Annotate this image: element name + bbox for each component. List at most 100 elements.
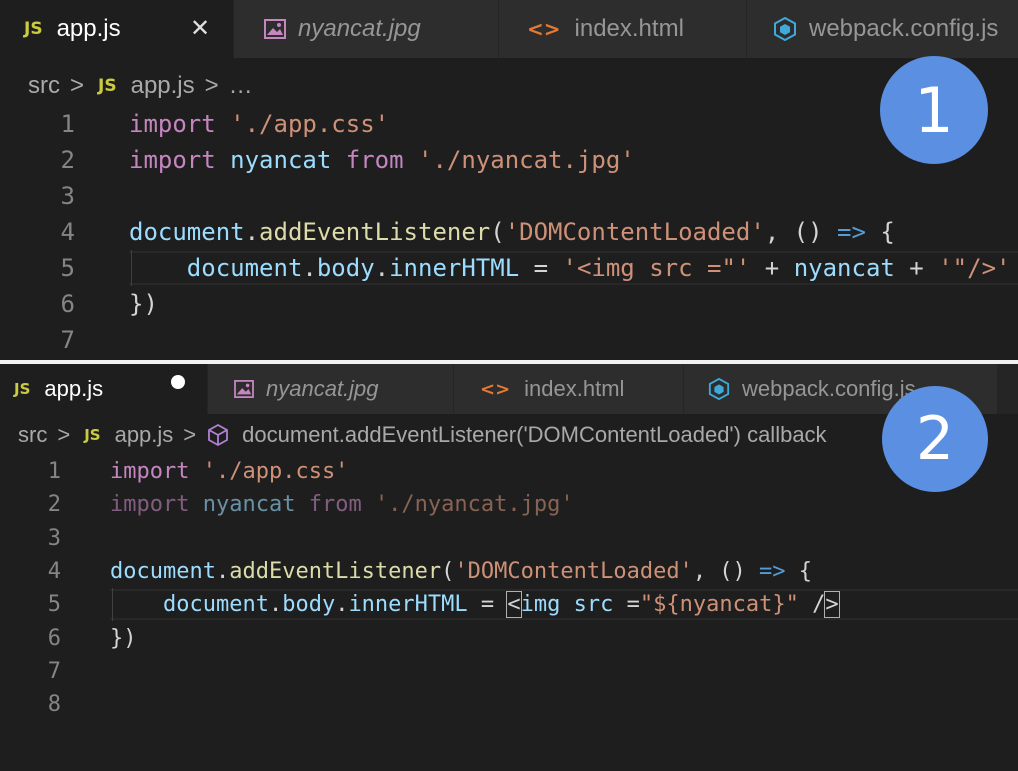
webpack-cube-icon <box>774 17 796 41</box>
line-number: 5 <box>60 254 75 282</box>
line-number: 7 <box>60 326 75 354</box>
code-line[interactable]: 3 <box>0 522 1018 555</box>
code-line[interactable]: 7 <box>0 322 1018 358</box>
code-token: . <box>302 254 317 282</box>
code-token: './app.css' <box>202 459 349 485</box>
code-token: { <box>785 559 813 585</box>
image-icon <box>264 19 286 39</box>
code-line[interactable]: 7 <box>0 655 1018 688</box>
code-token: ( <box>441 559 455 585</box>
code-token: / <box>798 592 826 618</box>
tab-label: index.html <box>524 376 625 401</box>
code-token: 'DOMContentLoaded' <box>454 559 693 585</box>
image-icon <box>234 380 254 398</box>
code-token: nyancat <box>230 146 332 174</box>
line-number: 2 <box>47 492 61 518</box>
editor-panel-1: JS app.js ✕ nyancat.jpg <> index.html we… <box>0 0 1018 360</box>
code-line[interactable]: 1 import './app.css' <box>0 455 1018 488</box>
code-token: from <box>345 146 404 174</box>
code-token: = <box>519 254 563 282</box>
code-token: document <box>162 592 269 618</box>
code-token: document <box>129 218 245 246</box>
tab-nyancat-jpg[interactable]: nyancat.jpg <box>234 0 499 58</box>
code-line[interactable]: 6}) <box>0 621 1018 654</box>
code-line[interactable]: 4 document.addEventListener('DOMContentLo… <box>0 214 1018 250</box>
tab-label: app.js <box>44 376 104 401</box>
code-line[interactable]: 5 document.body.innerHTML = <img src ="$… <box>0 588 1018 621</box>
code-text: }) <box>110 626 137 651</box>
close-icon[interactable]: ✕ <box>190 14 210 43</box>
code-token: < <box>506 591 522 619</box>
code-text: import nyancat from './nyancat.jpg' <box>110 492 574 517</box>
unsaved-dot-icon[interactable] <box>171 375 185 389</box>
code-token: addEventListener <box>229 559 442 585</box>
code-text: document.body.innerHTML = '<img src ="' … <box>129 254 1011 282</box>
code-editor[interactable]: 1 import './app.css' 2 import nyancat from … <box>0 106 1018 358</box>
code-token: './nyancat.jpg' <box>418 146 635 174</box>
line-number: 7 <box>47 658 61 684</box>
code-token: src <box>573 592 614 618</box>
code-token: }) <box>110 625 137 651</box>
code-token: = <box>613 592 640 618</box>
js-icon: JS <box>14 380 31 398</box>
code-token: '"/>' <box>938 254 1011 282</box>
code-line[interactable]: 8 <box>0 688 1018 721</box>
breadcrumb-symbol[interactable]: document.addEventListener('DOMContentLoa… <box>242 422 826 448</box>
code-token: . <box>374 254 390 282</box>
code-token: 'DOMContentLoaded' <box>504 218 765 246</box>
breadcrumb-folder[interactable]: src <box>18 422 47 448</box>
code-token: from <box>308 492 362 518</box>
code-token: "${nyancat}" <box>639 592 799 618</box>
breadcrumb-more[interactable]: … <box>229 72 253 100</box>
code-token: document <box>186 254 303 282</box>
code-token: addEventListener <box>259 218 491 246</box>
html-brackets-icon: <> <box>527 17 561 41</box>
tab-index-html[interactable]: <> index.html <box>499 0 747 58</box>
code-token: innerHTML <box>389 254 520 282</box>
code-token: nyancat <box>202 492 296 518</box>
tab-nyancat-jpg[interactable]: nyancat.jpg <box>208 364 454 414</box>
code-token: , () <box>692 559 760 585</box>
code-token: ( <box>490 218 505 246</box>
js-icon: JS <box>84 426 101 444</box>
code-line[interactable]: 1 import './app.css' <box>0 106 1018 142</box>
tab-label: nyancat.jpg <box>298 15 421 42</box>
code-line[interactable]: 3 <box>0 178 1018 214</box>
code-token: document <box>110 559 216 585</box>
tab-index-html[interactable]: <> index.html <box>454 364 684 414</box>
breadcrumb-file[interactable]: app.js <box>115 422 174 448</box>
tab-app-js[interactable]: JS app.js <box>0 364 208 414</box>
code-token: }) <box>129 290 158 318</box>
code-text: import nyancat from './nyancat.jpg' <box>129 146 635 174</box>
code-line[interactable]: 5 document.body.innerHTML = '<img src ="… <box>0 250 1018 286</box>
code-line[interactable]: 4 document.addEventListener('DOMContentLo… <box>0 555 1018 588</box>
webpack-cube-icon <box>708 378 730 400</box>
tab-bar: JS app.js nyancat.jpg <> index.html webp… <box>0 364 1018 414</box>
code-token: '<img src ="' <box>562 254 751 282</box>
code-editor[interactable]: 1 import './app.css' 2 import nyancat from … <box>0 455 1018 721</box>
code-token: import <box>129 110 216 138</box>
tab-label: webpack.config.js <box>809 15 999 42</box>
line-number: 8 <box>47 692 61 718</box>
symbol-cube-icon <box>208 423 229 447</box>
code-token: import <box>110 492 190 518</box>
code-line[interactable]: 2 import nyancat from './nyancat.jpg' <box>0 142 1018 178</box>
breadcrumb-file[interactable]: app.js <box>131 72 195 100</box>
tab-webpack-config[interactable]: webpack.config.js <box>747 0 1018 58</box>
code-line[interactable]: 6}) <box>0 286 1018 322</box>
chevron-right-icon: > <box>70 72 85 99</box>
indent-guide <box>131 250 132 286</box>
code-line[interactable]: 2 import nyancat from './nyancat.jpg' <box>0 488 1018 521</box>
code-token: . <box>335 592 349 618</box>
line-number: 3 <box>47 525 61 551</box>
tab-app-js[interactable]: JS app.js ✕ <box>0 0 234 58</box>
code-token: './app.css' <box>230 110 390 138</box>
breadcrumb-folder[interactable]: src <box>28 72 60 100</box>
code-token: > <box>824 591 840 619</box>
